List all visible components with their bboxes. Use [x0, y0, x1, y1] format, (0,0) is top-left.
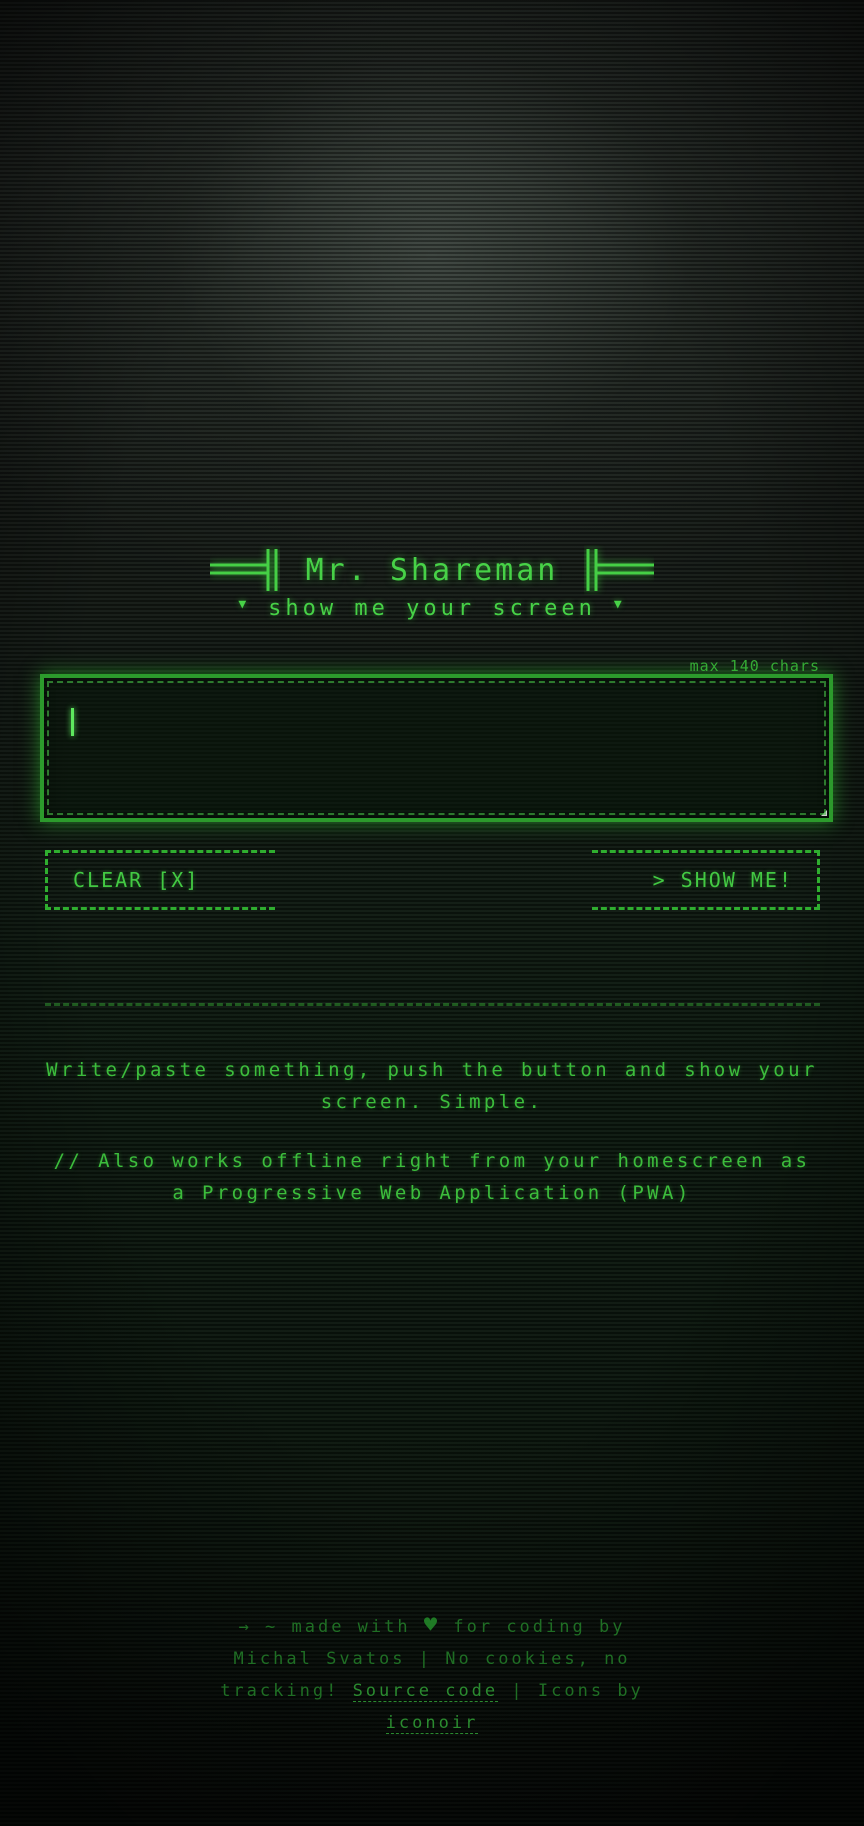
message-textarea[interactable] [40, 674, 833, 822]
page-title: Mr. Shareman [305, 552, 559, 588]
logo: Mr. Shareman [0, 543, 864, 597]
char-limit-label: max 140 chars [689, 657, 820, 675]
footer-icons-by: Icons by [537, 1681, 644, 1701]
source-code-link[interactable]: Source code [352, 1681, 499, 1702]
footer-separator: | [418, 1649, 432, 1669]
right-bracket-icon [586, 549, 655, 591]
heart-icon: ♥ [423, 1613, 441, 1638]
clear-button[interactable]: CLEAR [X] [45, 850, 275, 910]
footer-prefix: → ~ made with [238, 1617, 411, 1637]
tagline: ▼ show me your screen ▼ [0, 596, 864, 621]
description-text: Write/paste something, push the button a… [46, 1059, 818, 1113]
divider [45, 1003, 820, 1006]
footer: → ~ made with ♥ for coding by Michal Sva… [200, 1610, 664, 1739]
left-bracket-icon [209, 549, 278, 591]
resize-handle-icon[interactable] [821, 810, 827, 816]
text-caret [71, 708, 74, 736]
show-me-button[interactable]: > SHOW ME! [592, 850, 820, 910]
triangle-down-icon: ▼ [238, 597, 251, 612]
tagline-text: show me your screen [268, 596, 596, 621]
footer-author: Michal Svatos [233, 1649, 406, 1669]
triangle-down-icon: ▼ [613, 597, 626, 612]
page: Mr. Shareman ▼ show me your screen ▼ max… [0, 0, 864, 1826]
footer-separator: | [511, 1681, 525, 1701]
pwa-note: // Also works offline right from your ho… [53, 1150, 811, 1204]
iconoir-link[interactable]: iconoir [385, 1713, 479, 1734]
footer-made-for: for coding by [453, 1617, 626, 1637]
